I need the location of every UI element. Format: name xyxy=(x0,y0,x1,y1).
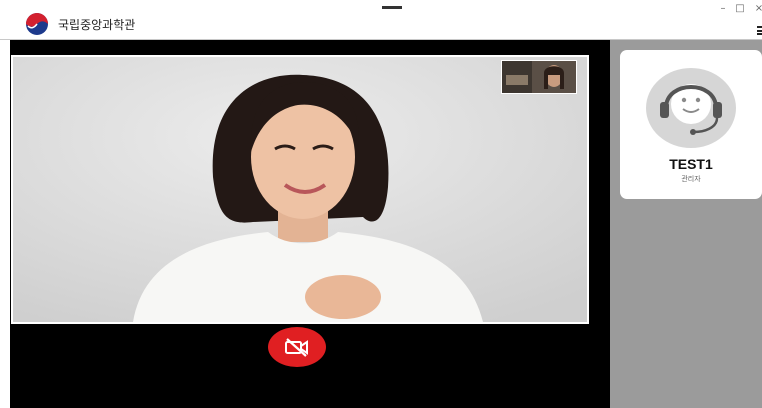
camera-toggle-button[interactable] xyxy=(268,327,326,367)
remote-participant-video xyxy=(13,57,587,322)
camera-off-icon xyxy=(285,338,308,357)
local-camera-preview xyxy=(502,61,576,93)
participant-name: TEST1 xyxy=(669,156,713,172)
remote-video[interactable] xyxy=(11,55,589,324)
menu-icon[interactable] xyxy=(757,26,762,35)
headset-agent-icon xyxy=(646,68,736,148)
self-view[interactable] xyxy=(501,60,577,94)
close-button[interactable]: × xyxy=(752,2,762,16)
participant-role: 관리자 xyxy=(681,175,701,183)
maximize-button[interactable]: □ xyxy=(733,2,747,16)
minimize-button[interactable]: – xyxy=(716,2,730,16)
participant-panel: TEST1 관리자 xyxy=(610,40,762,408)
drag-handle[interactable] xyxy=(382,6,402,9)
national-emblem-icon xyxy=(26,13,48,35)
org-name: 국립중앙과학관 xyxy=(58,18,136,32)
participant-card[interactable]: TEST1 관리자 xyxy=(620,50,762,199)
title-bar: 국립중앙과학관 – □ × xyxy=(0,0,762,40)
